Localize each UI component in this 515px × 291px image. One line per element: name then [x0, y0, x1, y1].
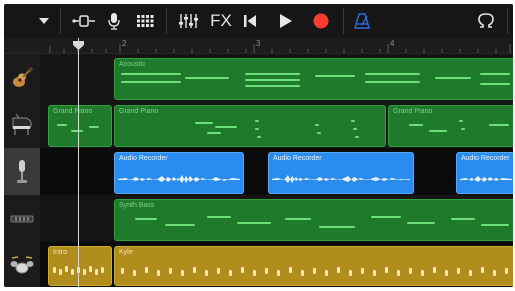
region-synth-bass[interactable]: Synth Bass [114, 199, 513, 241]
region-grand-piano[interactable]: Grand Piano [114, 105, 386, 147]
keyboard-grid-icon[interactable] [134, 8, 156, 34]
region-label: Audio Recorder [119, 155, 168, 162]
region-label: Grand Piano [393, 108, 433, 115]
region-label: Acoustic [119, 61, 146, 68]
garageband-window: FX 2 3 4 Acoustic Grand Piano Grand Pian… [4, 4, 513, 287]
metronome-icon[interactable] [352, 8, 372, 34]
microphone-icon[interactable] [105, 8, 123, 34]
region-audio-recorder[interactable]: Audio Recorder [114, 152, 244, 194]
region-label: Intro [53, 249, 68, 256]
toolbar-divider [60, 8, 61, 34]
drum-kit-icon [10, 255, 34, 273]
region-label: Grand Piano [53, 108, 93, 115]
waveform [272, 175, 410, 183]
region-drummer-intro[interactable]: Intro [48, 246, 112, 286]
mixer-sliders-icon[interactable] [176, 8, 200, 34]
region-grand-piano[interactable]: Grand Piano [48, 105, 112, 147]
track-view-icon[interactable] [70, 8, 98, 34]
fx-label: FX [210, 11, 232, 30]
tracks-area[interactable]: Acoustic Grand Piano Grand Piano Grand P… [40, 54, 513, 287]
region-audio-recorder[interactable]: Audio Recorder [456, 152, 513, 194]
toolbar-divider [343, 8, 344, 34]
track-header-piano[interactable] [4, 101, 40, 148]
playhead-line[interactable] [78, 38, 79, 287]
record-icon[interactable] [310, 8, 332, 34]
track-header-drummer[interactable] [4, 242, 40, 287]
control-bar: FX [4, 4, 513, 38]
loop-browser-icon[interactable] [475, 8, 497, 34]
region-label: Audio Recorder [273, 155, 322, 162]
waveform [460, 176, 512, 182]
toolbar-divider [166, 8, 167, 34]
grand-piano-icon [12, 113, 32, 135]
region-label: Synth Bass [119, 202, 155, 209]
region-acoustic[interactable]: Acoustic [114, 58, 513, 100]
region-grand-piano[interactable]: Grand Piano [388, 105, 513, 147]
track-header-audio-recorder[interactable] [4, 148, 40, 195]
toolbar-divider [507, 8, 508, 34]
synth-bass-icon [10, 215, 34, 222]
playhead-handle-icon[interactable] [72, 40, 85, 51]
track-header-acoustic[interactable] [4, 54, 40, 101]
ruler-bar-number: 2 [122, 39, 127, 48]
fx-button[interactable]: FX [208, 8, 234, 34]
track-headers [4, 54, 40, 287]
go-to-beginning-icon[interactable] [240, 8, 260, 34]
acoustic-guitar-icon [13, 66, 33, 87]
region-label: Kyle [119, 249, 133, 256]
play-icon[interactable] [276, 8, 296, 34]
waveform [118, 175, 240, 183]
track-menu-chevron-icon[interactable] [34, 8, 54, 34]
microphone-icon [17, 159, 27, 183]
track-header-synth-bass[interactable] [4, 195, 40, 242]
ruler-bar-number: 3 [256, 39, 261, 48]
ruler-bar-number: 4 [390, 39, 395, 48]
region-label: Grand Piano [119, 108, 159, 115]
region-audio-recorder[interactable]: Audio Recorder [268, 152, 414, 194]
region-label: Audio Recorder [461, 155, 510, 162]
region-drummer-kyle[interactable]: Kyle [114, 246, 513, 286]
